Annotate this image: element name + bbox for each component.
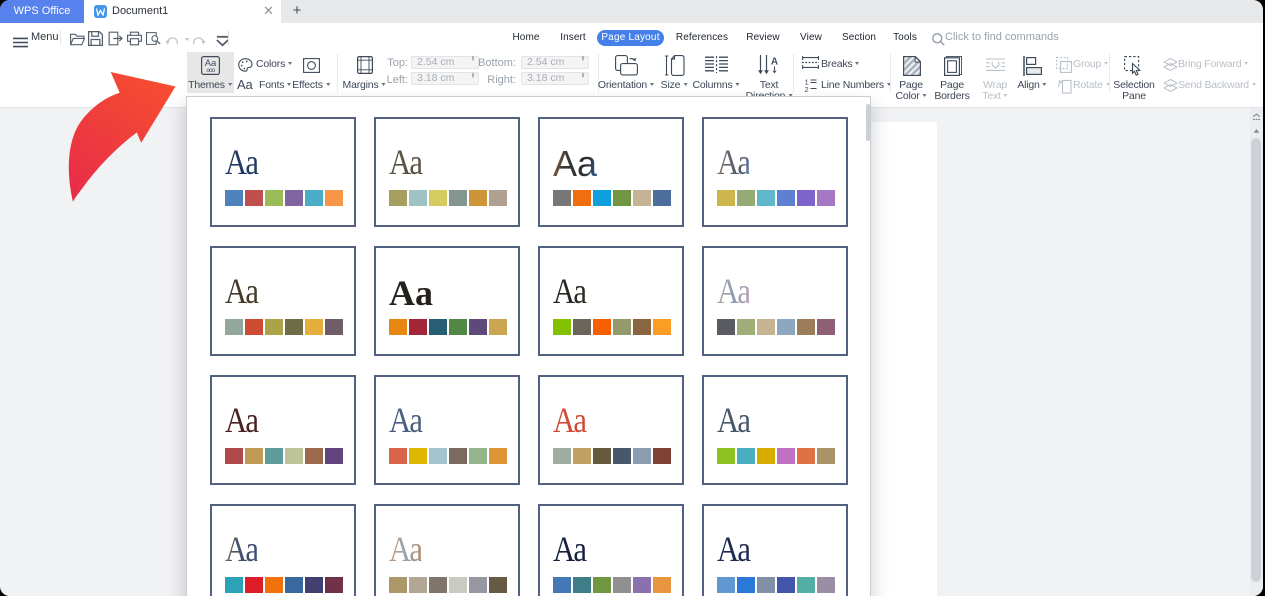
svg-text:ooo: ooo <box>206 68 215 74</box>
svg-text:2: 2 <box>805 85 809 92</box>
svg-text:A: A <box>771 57 778 68</box>
